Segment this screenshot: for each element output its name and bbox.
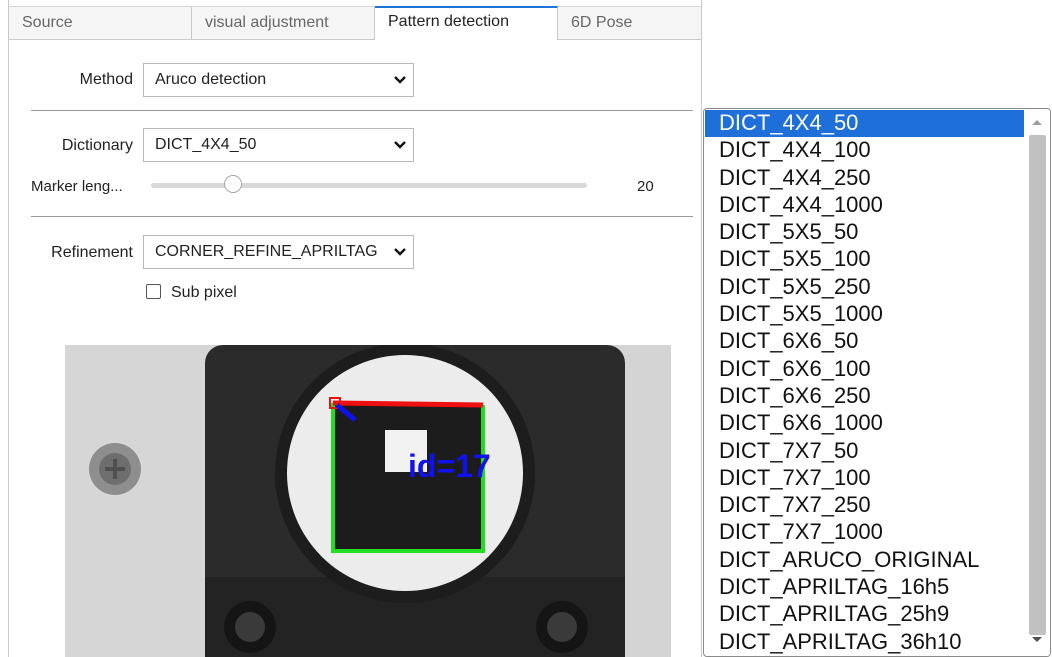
divider bbox=[31, 216, 693, 217]
dropdown-option[interactable]: DICT_APRILTAG_16h5 bbox=[705, 574, 1024, 601]
dropdown-option[interactable]: DICT_4X4_1000 bbox=[705, 192, 1024, 219]
camera-image: id=17 bbox=[65, 345, 671, 657]
dropdown-option[interactable]: DICT_6X6_1000 bbox=[705, 410, 1024, 437]
dropdown-option[interactable]: DICT_4X4_50 bbox=[705, 110, 1024, 138]
left-plate bbox=[65, 345, 215, 657]
method-select-value: Aruco detection bbox=[155, 71, 267, 88]
marker-length-label: Marker leng... bbox=[31, 178, 123, 195]
method-select[interactable]: Aruco detection bbox=[143, 63, 414, 97]
chevron-down-icon bbox=[394, 141, 406, 149]
chevron-down-icon bbox=[394, 76, 406, 84]
dropdown-option[interactable]: DICT_7X7_250 bbox=[705, 492, 1024, 519]
sub-pixel-label: Sub pixel bbox=[171, 284, 237, 301]
tab-source[interactable]: Source bbox=[9, 7, 192, 40]
dropdown-option[interactable]: DICT_5X5_50 bbox=[705, 219, 1024, 246]
dropdown-options: DICT_4X4_50 DICT_4X4_100 DICT_4X4_250 DICT_… bbox=[705, 110, 1024, 656]
marker-top-edge-red bbox=[332, 400, 484, 408]
scroll-up-arrow-icon[interactable] bbox=[1030, 117, 1044, 127]
dropdown-option[interactable]: DICT_5X5_1000 bbox=[705, 301, 1024, 328]
dictionary-label: Dictionary bbox=[61, 137, 133, 154]
marker-id-label: id=17 bbox=[408, 448, 491, 484]
camera-image-drawing: id=17 bbox=[65, 345, 671, 657]
dropdown-option[interactable]: DICT_APRILTAG_25h9 bbox=[705, 601, 1024, 628]
marker-length-slider-thumb[interactable] bbox=[224, 175, 242, 193]
dropdown-option[interactable]: DICT_7X7_1000 bbox=[705, 519, 1024, 546]
tab-visual-adjustment[interactable]: visual adjustment bbox=[192, 7, 375, 40]
dropdown-option[interactable]: DICT_6X6_100 bbox=[705, 356, 1024, 383]
refinement-label: Refinement bbox=[51, 244, 133, 261]
scroll-down-arrow-icon[interactable] bbox=[1030, 635, 1044, 645]
marker-length-value: 20 bbox=[637, 178, 654, 195]
dropdown-option[interactable]: DICT_5X5_250 bbox=[705, 274, 1024, 301]
dropdown-option[interactable]: DICT_7X7_50 bbox=[705, 438, 1024, 465]
tab-bar: Source visual adjustment Pattern detecti… bbox=[9, 6, 701, 40]
dropdown-option[interactable]: DICT_4X4_250 bbox=[705, 165, 1024, 192]
chevron-down-icon bbox=[393, 245, 407, 259]
dropdown-scrollbar[interactable] bbox=[1024, 109, 1050, 656]
sub-pixel-checkbox[interactable] bbox=[146, 284, 161, 299]
refinement-select[interactable]: CORNER_REFINE_APRILTAG bbox=[143, 235, 414, 269]
dictionary-select[interactable]: DICT_4X4_50 bbox=[143, 128, 414, 162]
scrollbar-thumb[interactable] bbox=[1029, 135, 1046, 635]
dropdown-option[interactable]: DICT_6X6_250 bbox=[705, 383, 1024, 410]
dictionary-dropdown-list[interactable]: DICT_4X4_50 DICT_4X4_100 DICT_4X4_250 DICT_… bbox=[703, 108, 1051, 657]
pattern-settings-panel: Source visual adjustment Pattern detecti… bbox=[8, 0, 702, 657]
dictionary-select-value: DICT_4X4_50 bbox=[155, 136, 257, 153]
dropdown-option[interactable]: DICT_ARUCO_ORIGINAL bbox=[705, 547, 1024, 574]
method-label: Method bbox=[79, 71, 133, 88]
dropdown-option[interactable]: DICT_7X7_100 bbox=[705, 465, 1024, 492]
divider bbox=[31, 110, 693, 111]
dropdown-option[interactable]: DICT_4X4_100 bbox=[705, 137, 1024, 164]
tab-pattern-detection[interactable]: Pattern detection bbox=[375, 6, 558, 40]
marker-length-slider-track[interactable] bbox=[151, 183, 587, 188]
dropdown-option[interactable]: DICT_6X6_50 bbox=[705, 328, 1024, 355]
dropdown-option[interactable]: DICT_APRILTAG_36h10 bbox=[705, 629, 1024, 656]
tab-6d-pose[interactable]: 6D Pose bbox=[558, 7, 701, 40]
dropdown-option[interactable]: DICT_5X5_100 bbox=[705, 246, 1024, 273]
refinement-select-value: CORNER_REFINE_APRILTAG bbox=[155, 243, 378, 260]
